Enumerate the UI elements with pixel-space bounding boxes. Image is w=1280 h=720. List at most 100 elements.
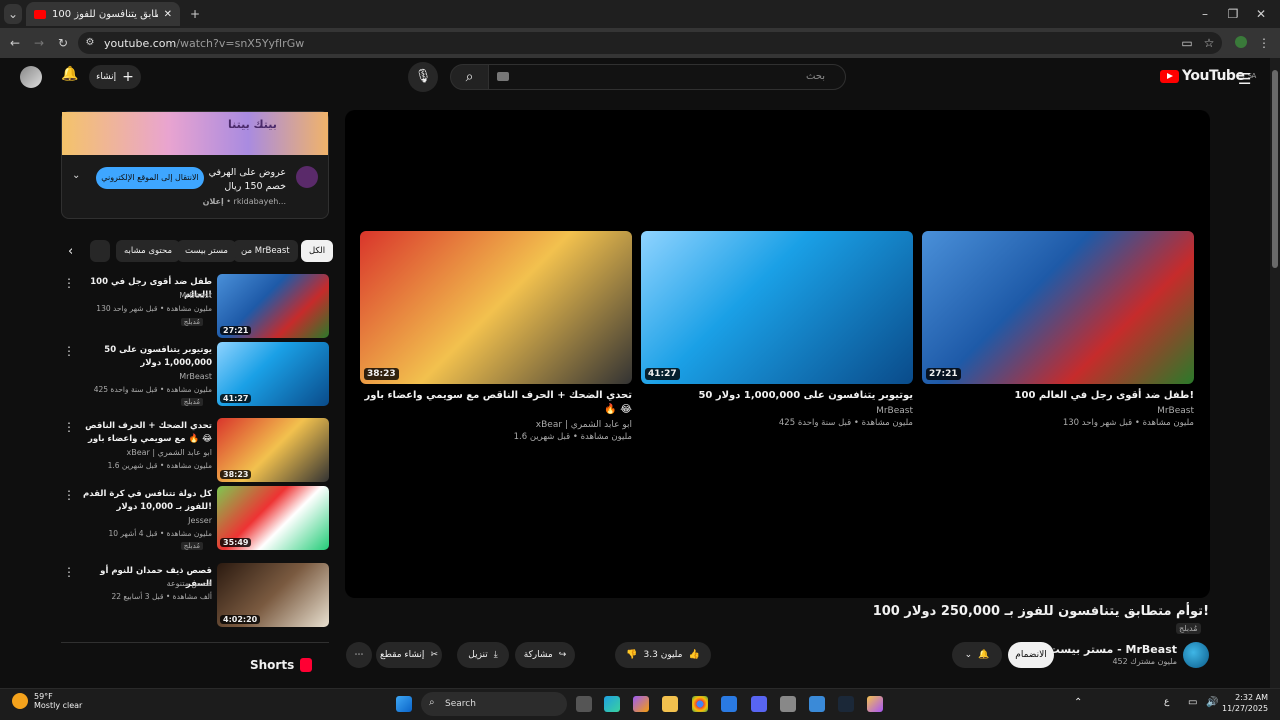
list-item[interactable]: 4:02:20 قصص ذيف حمدان للنوم أو السفر قصص… [61,563,329,629]
bell-icon: 🔔 [978,650,990,660]
discord-icon[interactable] [751,696,767,712]
voice-search-mic-icon[interactable]: 🎙 [408,62,438,92]
more-vert-icon[interactable]: ⋮ [63,276,75,290]
volume-icon[interactable]: 🔊 [1206,697,1218,708]
ad-cta-button[interactable]: الانتقال إلى الموقع الإلكتروني [96,167,204,189]
store-icon[interactable] [721,696,737,712]
duration-badge: 35:49 [220,538,252,547]
download-button[interactable]: تنزيل ⤓ [457,642,509,668]
duration-badge: 38:23 [364,368,399,380]
app-icon-2[interactable] [809,696,825,712]
chip-from-mrbeast[interactable]: من MrBeast [233,240,298,262]
ad-banner-text: بيتك بيتنا [228,118,277,131]
scrollbar-thumb[interactable] [1272,70,1278,268]
ad-domain: إعلان • rkidabayeh... [202,197,286,206]
shorts-heading: Shorts [250,658,313,672]
download-label: تنزيل [468,650,488,660]
endscreen-card[interactable]: 41:27 50 يوتيوبر يتنافسون على 1,000,000 … [641,231,913,428]
subscribe-notifications-button[interactable]: ⌄ 🔔 [952,642,1002,668]
endscreen-card[interactable]: 27:21 100 طفل ضد أقوى رجل في العالم! MrB… [922,231,1194,428]
chip-related[interactable]: محتوى مشابه [116,240,180,262]
more-vert-icon[interactable]: ⋮ [63,565,75,579]
url-host: youtube.com [104,36,177,50]
more-vert-icon[interactable]: ⋮ [63,420,75,434]
create-button[interactable]: إنشاء + [89,65,141,89]
tray-chevron-icon[interactable]: ⌃ [1074,697,1082,708]
chip-mrbeast-ar[interactable]: مستر بيست [177,240,236,262]
logo-text: YouTube [1182,68,1245,84]
notifications-bell-icon[interactable]: 🔔 [60,66,80,86]
clock-date: 11/27/2025 [1222,704,1269,713]
steam-icon[interactable] [838,696,854,712]
endscreen-card[interactable]: 38:23 تحدي الضحك + الحرف الناقص مع سويمي… [360,231,632,442]
ad-banner-image[interactable]: بيتك بيتنا [62,112,328,155]
network-icon[interactable]: ▭ [1188,697,1197,708]
tab-title: 100 توأم متطابق يتنافسون للفوز [52,8,158,20]
chevron-left-icon[interactable]: ‹ [68,244,73,259]
more-vert-icon[interactable]: ⋮ [63,344,75,358]
address-bar[interactable]: youtube.com/watch?v=snX5YyfIrGw [78,32,1222,54]
browser-menu-icon[interactable]: ⋮ [1258,33,1270,53]
close-window-button[interactable]: ✕ [1252,4,1270,24]
reload-icon[interactable]: ↻ [54,33,72,53]
keyboard-icon[interactable] [497,72,509,81]
language-indicator[interactable]: ع [1164,697,1169,707]
maximize-button[interactable]: ❐ [1224,4,1242,24]
chip-all[interactable]: الكل [301,240,334,262]
profile-avatar-icon[interactable] [1235,36,1247,48]
channel-name[interactable]: مستر بيست - MrBeast [1040,643,1177,656]
account-avatar[interactable] [20,66,42,88]
list-item[interactable]: 41:27 50 يوتيوبر يتنافسون على 1,000,000 … [61,342,329,408]
item-title: 50 يوتيوبر يتنافسون على 1,000,000 دولار [104,345,212,368]
bookmark-star-icon[interactable]: ☆ [1200,33,1218,53]
browser-tab[interactable]: 100 توأم متطابق يتنافسون للفوز ✕ [26,2,180,26]
edge-icon[interactable] [604,696,620,712]
app-icon[interactable] [780,696,796,712]
taskbar-clock[interactable]: 2:32 AM 11/27/2025 [1222,692,1268,714]
chrome-icon[interactable] [692,696,708,712]
url-path: /watch?v=snX5YyfIrGw [176,36,305,50]
app-icon-3[interactable] [867,696,883,712]
clip-button[interactable]: إنشاء مقطع ✂ [376,642,442,668]
new-tab-button[interactable]: + [186,4,204,24]
copilot-icon[interactable] [633,696,649,712]
like-count: 3.3 مليون [643,650,683,660]
tab-search-button[interactable]: ⌄ [4,4,22,24]
share-button[interactable]: مشاركة ↪ [515,642,575,668]
plus-icon: + [122,69,134,85]
more-actions-button[interactable]: ⋯ [346,642,372,668]
list-item[interactable]: 27:21 100 طفل ضد أقوى رجل في العالم! MrB… [61,274,329,340]
list-item[interactable]: 35:49 كل دولة تتنافس في كرة القدم للفوز … [61,486,329,552]
channel-avatar[interactable] [1183,642,1209,668]
hamburger-menu-icon[interactable]: ☰ [1238,70,1251,88]
like-dislike-group[interactable]: 👎 3.3 مليون 👍 [615,642,711,668]
tab-close-icon[interactable]: ✕ [164,9,172,20]
weather-icon [12,693,28,709]
dislike-icon[interactable]: 👎 [626,650,637,660]
file-explorer-icon[interactable] [662,696,678,712]
taskbar-search[interactable]: Search [421,692,567,716]
search-button[interactable]: ⌕ [450,64,489,90]
more-vert-icon[interactable]: ⋮ [63,488,75,502]
cast-icon[interactable]: ▭ [1178,33,1196,53]
item-title: تحدي الضحك + الحرف الناقص مع سويمي واعضا… [85,421,212,444]
chip-overflow[interactable] [90,240,110,262]
like-icon[interactable]: 👍 [688,650,699,660]
join-button[interactable]: الانضمام [1008,642,1054,668]
clock-time: 2:32 AM [1235,693,1268,702]
windows-start-icon[interactable] [396,696,412,712]
youtube-favicon-icon [34,9,46,19]
forward-icon[interactable]: → [30,33,48,53]
chevron-down-icon[interactable]: ⌄ [72,170,80,181]
search-input[interactable]: بحث [488,64,846,90]
weather-widget[interactable]: 59°F Mostly clear [12,692,82,710]
share-icon: ↪ [558,650,567,660]
advertiser-logo[interactable] [296,166,318,188]
back-icon[interactable]: ← [6,33,24,53]
search-icon: ⌕ [429,697,435,708]
task-view-icon[interactable] [576,696,592,712]
site-info-icon[interactable]: ⚙ [82,33,98,53]
minimize-button[interactable]: – [1196,4,1214,24]
card-meta: 130 مليون مشاهدة • قبل شهر واحد [1062,418,1194,428]
list-item[interactable]: 38:23 تحدي الضحك + الحرف الناقص مع سويمي… [61,418,329,484]
